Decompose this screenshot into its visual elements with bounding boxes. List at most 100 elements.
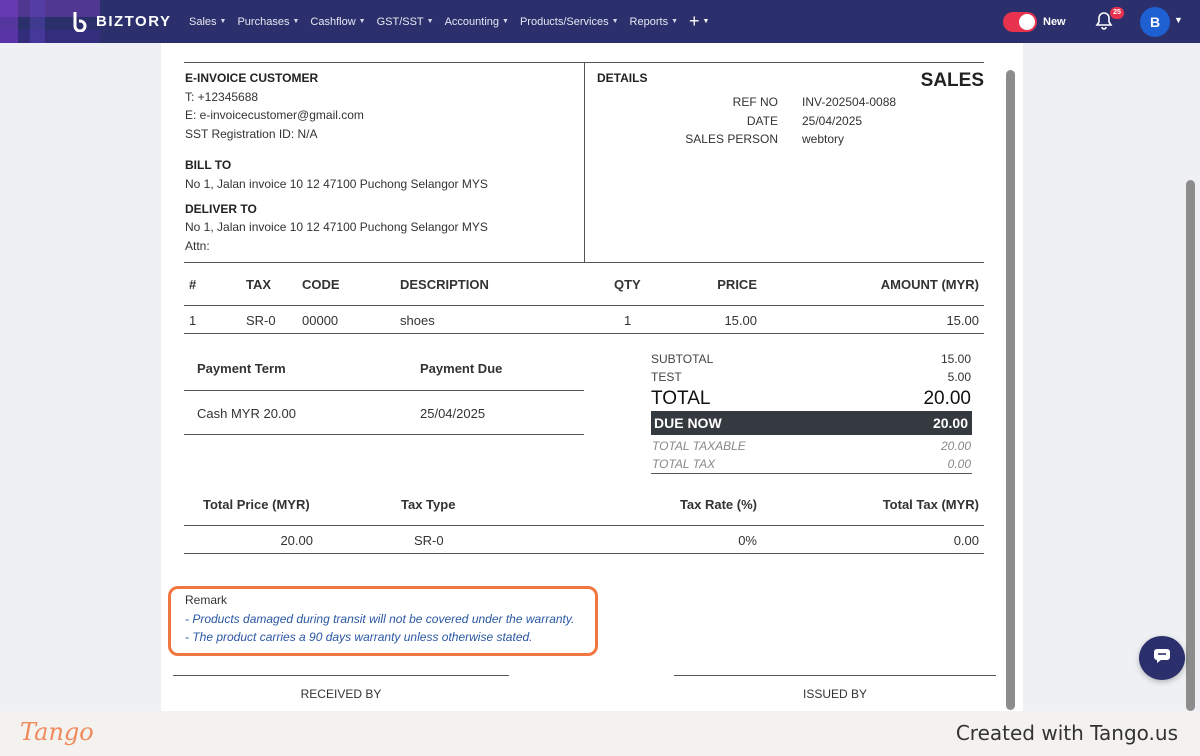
date-value: 25/04/2025 — [802, 114, 863, 128]
signature-line — [674, 675, 996, 676]
divider — [184, 434, 584, 435]
ref-no-label: REF NO — [732, 95, 778, 109]
test-value: 5.00 — [947, 370, 971, 384]
received-by-label: RECEIVED BY — [300, 687, 382, 701]
total-label: TOTAL — [651, 388, 711, 409]
total-taxable-label: TOTAL TAXABLE — [652, 439, 746, 453]
payment-due-value: 25/04/2025 — [420, 406, 486, 421]
brand-logo[interactable]: BIZTORY — [70, 10, 172, 32]
chevron-down-icon: ▼ — [702, 18, 710, 25]
tax-cell-tax-rate: 0% — [738, 533, 757, 548]
nav-sales[interactable]: Sales ▼ — [189, 16, 226, 28]
left-gutter — [0, 43, 161, 711]
nav-reports[interactable]: Reports ▼ — [630, 16, 678, 28]
divider — [651, 473, 972, 474]
signature-line — [173, 675, 509, 676]
divider — [184, 262, 984, 263]
remark-line-2: - The product carries a 90 days warranty… — [185, 630, 533, 644]
customer-sst: SST Registration ID: N/A — [185, 127, 318, 141]
chevron-down-icon: ▼ — [611, 18, 619, 25]
notification-badge: 25 — [1110, 7, 1124, 19]
quick-add-button[interactable]: + ▼ — [689, 11, 709, 32]
payment-term-value: Cash MYR 20.00 — [197, 406, 296, 421]
deliver-to-address: No 1, Jalan invoice 10 12 47100 Puchong … — [185, 220, 488, 234]
avatar[interactable]: B — [1140, 7, 1170, 37]
tax-cell-tax-type: SR-0 — [414, 533, 444, 548]
tax-col-tax-rate: Tax Rate (%) — [679, 497, 757, 512]
col-header-description: DESCRIPTION — [400, 277, 489, 292]
cell-qty: 1 — [624, 313, 632, 328]
remark-line-1: - Products damaged during transit will n… — [185, 612, 575, 626]
inner-scrollbar[interactable] — [1006, 70, 1015, 710]
remark-label: Remark — [185, 593, 228, 607]
details-heading: DETAILS — [597, 71, 648, 85]
total-tax-label: TOTAL TAX — [652, 457, 716, 471]
bill-to-address: No 1, Jalan invoice 10 12 47100 Puchong … — [185, 177, 488, 191]
biztory-logo-icon — [70, 10, 92, 32]
toggle-switch[interactable] — [1003, 12, 1037, 32]
chat-icon — [1152, 647, 1172, 670]
issued-by-label: ISSUED BY — [802, 687, 868, 701]
nav-products-services[interactable]: Products/Services ▼ — [520, 16, 619, 28]
cell-description: shoes — [400, 313, 435, 328]
total-value: 20.00 — [923, 388, 971, 409]
attn-label: Attn: — [185, 239, 210, 253]
col-header-amount: AMOUNT (MYR) — [880, 277, 979, 292]
col-header-number: # — [189, 277, 197, 292]
nav-accounting[interactable]: Accounting ▼ — [445, 16, 509, 28]
main-nav: Sales ▼ Purchases ▼ Cashflow ▼ GST/SST ▼ Acc… — [189, 0, 709, 43]
chevron-down-icon[interactable]: ▼ — [1174, 15, 1183, 25]
cell-price: 15.00 — [724, 313, 757, 328]
customer-heading: E-INVOICE CUSTOMER — [185, 71, 319, 85]
toggle-label: New — [1043, 16, 1066, 28]
bill-to-heading: BILL TO — [185, 158, 232, 172]
divider — [184, 553, 984, 554]
salesperson-value: webtory — [802, 132, 845, 146]
chevron-down-icon: ▼ — [292, 18, 300, 25]
cell-amount: 15.00 — [946, 313, 979, 328]
chat-button[interactable] — [1139, 636, 1185, 680]
document-type: SALES — [920, 70, 984, 91]
chevron-down-icon: ▼ — [502, 18, 509, 25]
chevron-down-icon: ▼ — [219, 18, 227, 25]
nav-cashflow[interactable]: Cashflow ▼ — [310, 16, 365, 28]
divider — [184, 333, 984, 334]
divider — [184, 390, 584, 391]
tax-cell-total-tax: 0.00 — [953, 533, 979, 548]
ref-no-value: INV-202504-0088 — [802, 95, 897, 109]
total-tax-value: 0.00 — [947, 457, 971, 471]
col-header-code: CODE — [302, 277, 340, 292]
nav-gst-sst[interactable]: GST/SST ▼ — [377, 16, 434, 28]
plus-icon: + — [689, 11, 700, 31]
tax-col-total-price: Total Price (MYR) — [203, 497, 310, 512]
due-now-bar: DUE NOW 20.00 — [651, 411, 972, 435]
tax-col-tax-type: Tax Type — [401, 497, 456, 512]
tax-col-total-tax: Total Tax (MYR) — [882, 497, 979, 512]
tango-logo: Tango — [20, 718, 94, 746]
salesperson-label: SALES PERSON — [685, 132, 778, 146]
cell-number: 1 — [189, 313, 197, 328]
nav-purchases[interactable]: Purchases ▼ — [237, 16, 299, 28]
brand-name: BIZTORY — [96, 12, 172, 30]
col-header-qty: QTY — [614, 277, 641, 292]
customer-phone: T: +12345688 — [185, 90, 259, 104]
test-label: TEST — [651, 370, 682, 384]
tax-cell-total-price: 20.00 — [280, 533, 313, 548]
customer-email: E: e-invoicecustomer@gmail.com — [185, 108, 364, 122]
subtotal-label: SUBTOTAL — [651, 352, 714, 366]
page-scrollbar[interactable] — [1186, 180, 1195, 711]
date-label: DATE — [746, 114, 778, 128]
new-ui-toggle[interactable]: New — [1003, 12, 1066, 32]
due-now-value: 20.00 — [932, 415, 968, 431]
chevron-down-icon: ▼ — [671, 18, 679, 25]
tango-credit: Created with Tango.us — [955, 721, 1178, 745]
chevron-down-icon: ▼ — [358, 18, 366, 25]
due-now-label: DUE NOW — [654, 415, 722, 431]
divider — [584, 62, 585, 262]
chevron-down-icon: ▼ — [426, 18, 434, 25]
right-gutter — [1023, 43, 1200, 711]
divider — [184, 525, 984, 526]
payment-term-header: Payment Term — [197, 361, 286, 376]
total-taxable-value: 20.00 — [940, 439, 971, 453]
cell-code: 00000 — [302, 313, 339, 328]
